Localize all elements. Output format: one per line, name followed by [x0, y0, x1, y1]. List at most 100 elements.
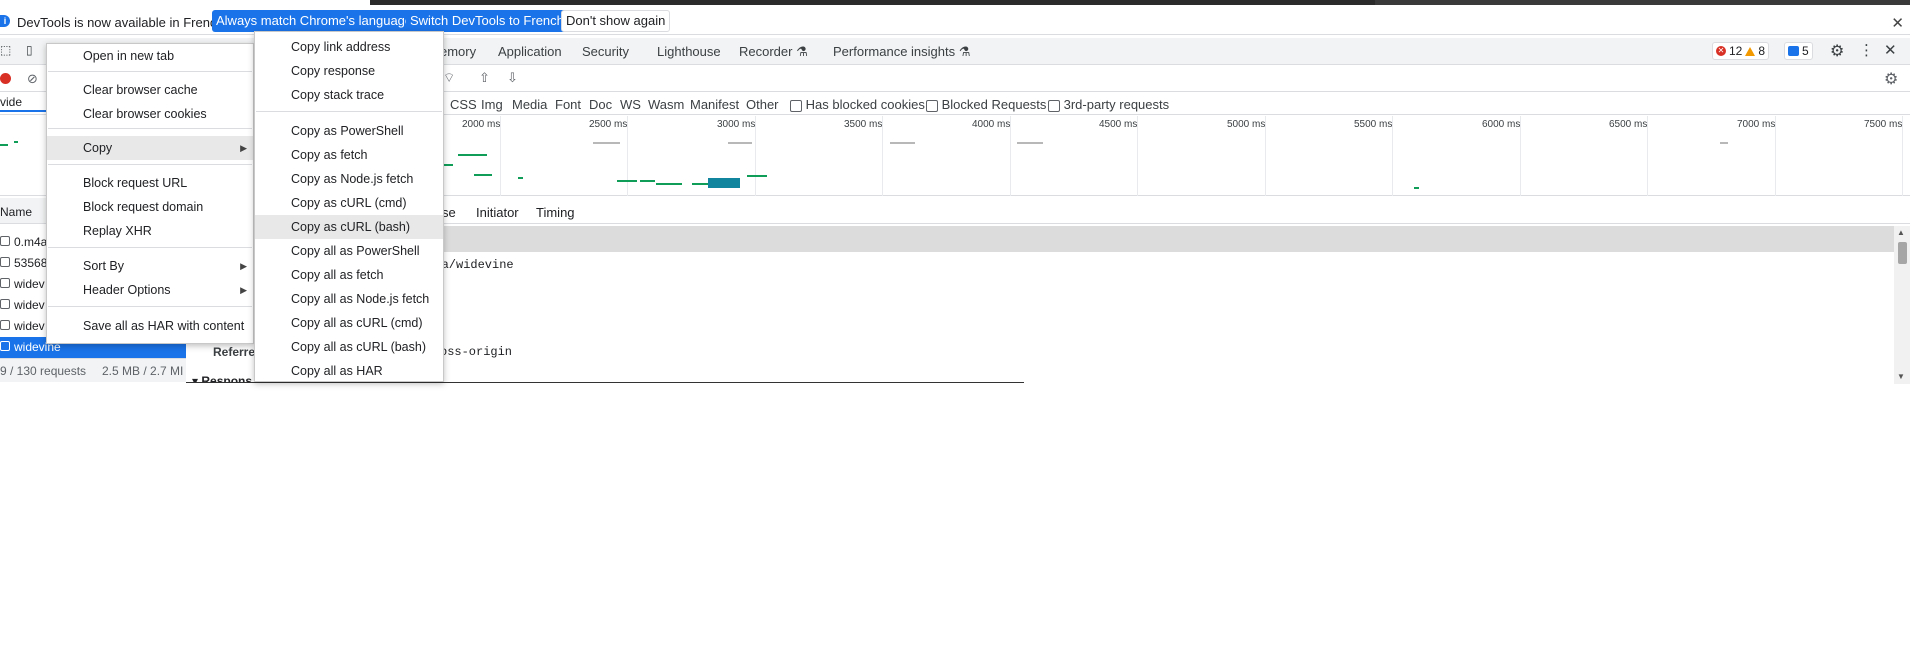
tab-initiator[interactable]: Initiator [476, 205, 519, 220]
waterfall-bar [593, 142, 620, 144]
tab-recorder[interactable]: Recorder ⚗ [739, 44, 808, 60]
export-har-icon[interactable]: ⇩ [507, 70, 518, 86]
menu-item-header-options-label: Header Options [83, 283, 171, 297]
response-headers-section[interactable]: ▾ Respons [192, 374, 252, 382]
network-settings-gear-icon[interactable]: ⚙ [1884, 69, 1898, 89]
menu-item-copy[interactable]: Copy ▶ [47, 136, 253, 160]
filter-font[interactable]: Font [555, 97, 581, 112]
menu-item-open-new-tab[interactable]: Open in new tab [47, 44, 253, 68]
blocked-requests-filter[interactable]: Blocked Requests [926, 97, 1046, 112]
issues-counter[interactable]: ✕ 12 8 [1712, 42, 1770, 60]
menu-item-copy-fetch[interactable]: Copy as fetch [255, 143, 443, 167]
menu-item-header-options[interactable]: Header Options ▶ [47, 278, 253, 302]
menu-separator [48, 128, 252, 129]
filter-input[interactable]: vide [0, 95, 47, 112]
waterfall-bar [747, 175, 767, 177]
menu-item-copy-node-fetch[interactable]: Copy as Node.js fetch [255, 167, 443, 191]
menu-item-copy-powershell[interactable]: Copy as PowerShell [255, 119, 443, 143]
menu-item-sort-by[interactable]: Sort By ▶ [47, 254, 253, 278]
menu-item-copy-all-curl-bash[interactable]: Copy all as cURL (bash) [255, 335, 443, 359]
switch-to-french-button[interactable]: Switch DevTools to French [406, 10, 568, 32]
close-devtools-icon[interactable]: ✕ [1884, 41, 1897, 59]
waterfall-bar [640, 180, 655, 182]
close-icon[interactable]: ✕ [1891, 14, 1904, 32]
filter-doc[interactable]: Doc [589, 97, 612, 112]
menu-item-replay-xhr[interactable]: Replay XHR [47, 219, 253, 243]
chevron-right-icon: ▶ [240, 261, 247, 271]
filter-wasm[interactable]: Wasm [648, 97, 684, 112]
clear-icon[interactable]: ⊘ [27, 71, 38, 87]
copy-submenu: Copy link address Copy response Copy sta… [254, 31, 444, 382]
warning-icon [1745, 46, 1756, 56]
timeline-tick-label: 7500 ms [1864, 119, 1903, 130]
tab-security[interactable]: Security [582, 44, 629, 59]
tab-application[interactable]: Application [498, 44, 562, 59]
has-blocked-cookies-filter[interactable]: Has blocked cookies [790, 97, 925, 112]
menu-item-block-domain[interactable]: Block request domain [47, 195, 253, 219]
name-header-label: Name [0, 205, 33, 219]
menu-item-block-url[interactable]: Block request URL [47, 171, 253, 195]
record-icon[interactable] [0, 73, 11, 84]
checkbox[interactable] [926, 99, 938, 112]
device-toolbar-icon[interactable]: ▯ [26, 43, 33, 57]
filter-ws[interactable]: WS [620, 97, 641, 112]
timeline-tick-label: 5500 ms [1354, 119, 1393, 130]
scroll-down-arrow-icon[interactable]: ▼ [1897, 372, 1905, 381]
menu-item-clear-cache[interactable]: Clear browser cache [47, 78, 253, 102]
menu-item-save-har[interactable]: Save all as HAR with content [47, 314, 253, 338]
checkbox [0, 236, 10, 246]
tab-timing[interactable]: Timing [536, 205, 575, 220]
network-conditions-icon[interactable]: ⌔ [443, 70, 455, 86]
dont-show-again-button[interactable]: Don't show again [561, 10, 671, 32]
menu-item-copy-link[interactable]: Copy link address [255, 35, 443, 59]
timeline-tick-label: 4500 ms [1099, 119, 1138, 130]
checkbox[interactable] [790, 99, 802, 112]
menu-item-clear-cookies[interactable]: Clear browser cookies [47, 102, 253, 126]
filter-other[interactable]: Other [746, 97, 779, 112]
waterfall-bar [474, 174, 492, 176]
import-har-icon[interactable]: ⇧ [479, 70, 490, 86]
checkbox[interactable] [1048, 99, 1060, 112]
scrollbar-thumb[interactable] [1898, 242, 1907, 264]
menu-item-copy-all-curl-cmd[interactable]: Copy all as cURL (cmd) [255, 311, 443, 335]
menu-item-copy-stack[interactable]: Copy stack trace [255, 83, 443, 107]
menu-item-copy-all-node-fetch[interactable]: Copy all as Node.js fetch [255, 287, 443, 311]
checkbox [0, 341, 10, 351]
error-icon: ✕ [1716, 46, 1726, 56]
waterfall-bar [728, 142, 752, 144]
waterfall-bar [692, 183, 708, 185]
filter-media[interactable]: Media [512, 97, 547, 112]
waterfall-bar [14, 141, 18, 143]
filter-img[interactable]: Img [481, 97, 503, 112]
tab-memory[interactable]: emory [440, 44, 476, 59]
menu-item-copy-all-har[interactable]: Copy all as HAR [255, 359, 443, 383]
menu-item-copy-all-powershell[interactable]: Copy all as PowerShell [255, 239, 443, 263]
timeline-tick-label: 2000 ms [462, 119, 501, 130]
menu-separator [48, 306, 252, 307]
more-options-icon[interactable]: ⋮ [1859, 41, 1874, 59]
messages-counter[interactable]: 5 [1784, 42, 1813, 60]
menu-item-copy-response[interactable]: Copy response [255, 59, 443, 83]
menu-item-copy-curl-cmd[interactable]: Copy as cURL (cmd) [255, 191, 443, 215]
menu-item-copy-curl-bash[interactable]: Copy as cURL (bash) [255, 215, 443, 239]
inspect-element-icon[interactable]: ⬚ [0, 43, 11, 57]
gear-icon[interactable]: ⚙ [1830, 41, 1844, 61]
message-icon [1788, 46, 1799, 56]
menu-separator [256, 111, 442, 112]
checkbox [0, 257, 10, 267]
menu-item-copy-all-fetch[interactable]: Copy all as fetch [255, 263, 443, 287]
third-party-filter[interactable]: 3rd-party requests [1048, 97, 1169, 112]
page-image-strip-right [1375, 0, 1910, 5]
tab-performance-insights[interactable]: Performance insights ⚗ [833, 44, 970, 60]
scroll-up-arrow-icon[interactable]: ▲ [1897, 228, 1905, 237]
request-name: widev [14, 298, 45, 312]
blocked-requests-label: Blocked Requests [941, 97, 1047, 112]
tab-lighthouse[interactable]: Lighthouse [657, 44, 721, 59]
tab-response[interactable]: se [442, 205, 456, 220]
filter-css[interactable]: CSS [450, 97, 477, 112]
timeline-tick-label: 6500 ms [1609, 119, 1648, 130]
filter-manifest[interactable]: Manifest [690, 97, 739, 112]
match-language-button[interactable]: Always match Chrome's language [212, 10, 417, 32]
menu-item-sort-by-label: Sort By [83, 259, 124, 273]
menu-separator [48, 164, 252, 165]
